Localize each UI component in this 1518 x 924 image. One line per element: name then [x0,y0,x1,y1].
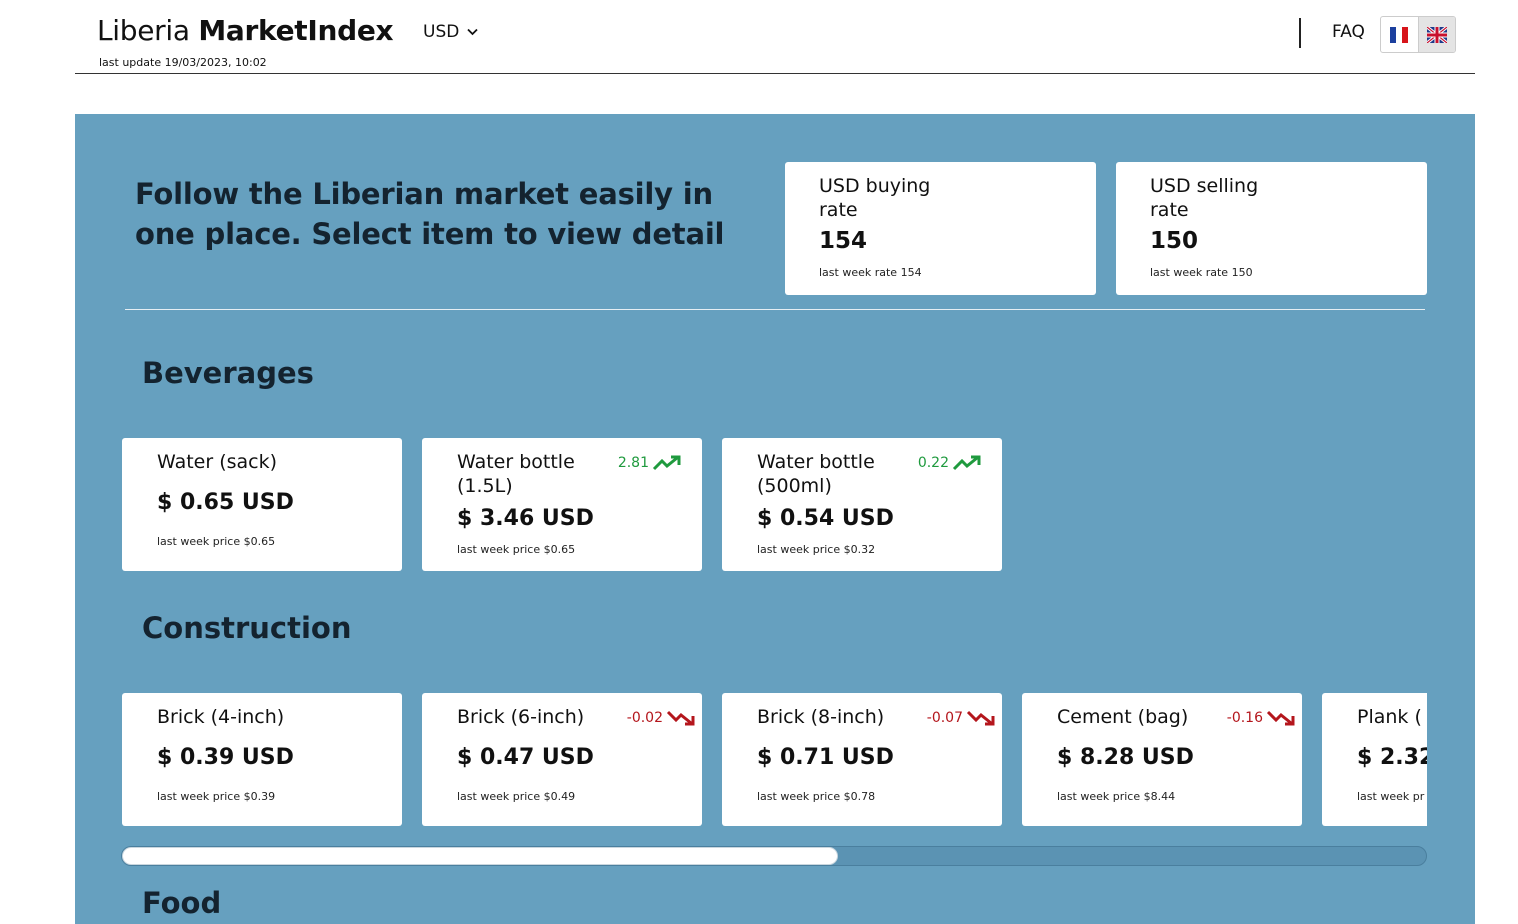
currency-value: USD [423,22,460,42]
price-change: 2.81 [618,455,682,471]
price-change: 0.22 [918,455,982,471]
currency-dropdown[interactable]: USD [423,22,478,42]
item-card[interactable]: Cement (bag) -0.16 $ 8.28 USD last week … [1022,693,1302,826]
usd-selling-rate-card: USD selling rate 150 last week rate 150 [1116,162,1427,295]
price-change-value: 0.22 [917,455,949,471]
construction-row: Brick (4-inch) $ 0.39 USD last week pric… [122,693,1427,827]
market-panel: Follow the Liberian market easily in one… [75,114,1475,924]
rate-last-week: last week rate 154 [819,266,922,279]
intro-heading: Follow the Liberian market easily in one… [135,177,725,251]
item-price: $ 3.46 USD [457,506,594,531]
trend-down-icon [666,710,695,726]
trend-up-icon [952,455,981,471]
section-title-beverages: Beverages [142,356,314,390]
beverages-row: Water (sack) $ 0.65 USD last week price … [122,438,1427,572]
item-price: $ 0.71 USD [757,745,894,770]
item-card[interactable]: Brick (8-inch) -0.07 $ 0.71 USD last wee… [722,693,1002,826]
section-title-construction: Construction [142,611,352,645]
language-switcher [1380,16,1456,53]
item-last-week: last week pr [1357,790,1425,803]
item-last-week: last week price $0.49 [457,790,576,803]
item-card[interactable]: Water bottle (500ml) 0.22 $ 0.54 USD las… [722,438,1002,571]
rate-title: USD selling rate [1150,175,1259,221]
item-name: Water bottle (500ml) [757,451,875,497]
item-last-week: last week price $8.44 [1057,790,1176,803]
trend-up-icon [652,455,681,471]
last-update-text: last update 19/03/2023, 10:02 [99,56,267,69]
item-price: $ 8.28 USD [1057,745,1194,770]
item-name: Cement (bag) [1057,706,1189,728]
item-last-week: last week price $0.32 [757,543,876,556]
item-card[interactable]: Plank ( $ 2.32 last week pr [1322,693,1427,826]
faq-link[interactable]: FAQ [1332,22,1365,42]
item-last-week: last week price $0.78 [757,790,876,803]
horizontal-scrollbar[interactable] [121,846,1427,866]
item-price: $ 0.54 USD [757,506,894,531]
price-change: -0.07 [927,710,996,726]
item-card[interactable]: Water bottle (1.5L) 2.81 $ 3.46 USD last… [422,438,702,571]
rate-last-week: last week rate 150 [1150,266,1253,279]
price-change: -0.02 [627,710,696,726]
price-change-value: -0.02 [626,710,663,726]
item-name: Water bottle (1.5L) [457,451,575,497]
item-name: Brick (6-inch) [457,706,585,728]
item-last-week: last week price $0.65 [457,543,576,556]
brand-light: Liberia [97,14,199,47]
header-divider [1299,18,1301,48]
rate-title: USD buying rate [819,175,931,221]
item-price: $ 2.32 [1357,745,1427,770]
item-name: Plank ( [1357,706,1422,728]
item-price: $ 0.47 USD [457,745,594,770]
trend-down-icon [1266,710,1295,726]
brand-logo[interactable]: Liberia MarketIndex [97,14,394,47]
item-price: $ 0.65 USD [157,490,294,515]
item-price: $ 0.39 USD [157,745,294,770]
uk-flag-icon [1426,26,1447,43]
item-card[interactable]: Brick (4-inch) $ 0.39 USD last week pric… [122,693,402,826]
brand-bold: MarketIndex [198,14,394,47]
item-card[interactable]: Brick (6-inch) -0.02 $ 0.47 USD last wee… [422,693,702,826]
item-name: Water (sack) [157,451,278,473]
item-name: Brick (8-inch) [757,706,885,728]
scrollbar-thumb[interactable] [122,847,838,865]
language-fr-button[interactable] [1381,17,1418,52]
section-divider [125,309,1425,310]
trend-down-icon [966,710,995,726]
chevron-down-icon [467,28,478,36]
item-card[interactable]: Water (sack) $ 0.65 USD last week price … [122,438,402,571]
usd-buying-rate-card: USD buying rate 154 last week rate 154 [785,162,1096,295]
top-header: Liberia MarketIndex last update 19/03/20… [75,0,1475,74]
price-change-value: 2.81 [617,455,649,471]
item-name: Brick (4-inch) [157,706,285,728]
item-last-week: last week price $0.39 [157,790,276,803]
france-flag-icon [1390,26,1409,43]
price-change: -0.16 [1227,710,1296,726]
rate-value: 150 [1150,228,1199,254]
section-title-food: Food [142,886,222,920]
item-last-week: last week price $0.65 [157,535,276,548]
price-change-value: -0.07 [926,710,963,726]
language-en-button[interactable] [1417,17,1455,52]
rate-value: 154 [819,228,868,254]
price-change-value: -0.16 [1226,710,1263,726]
